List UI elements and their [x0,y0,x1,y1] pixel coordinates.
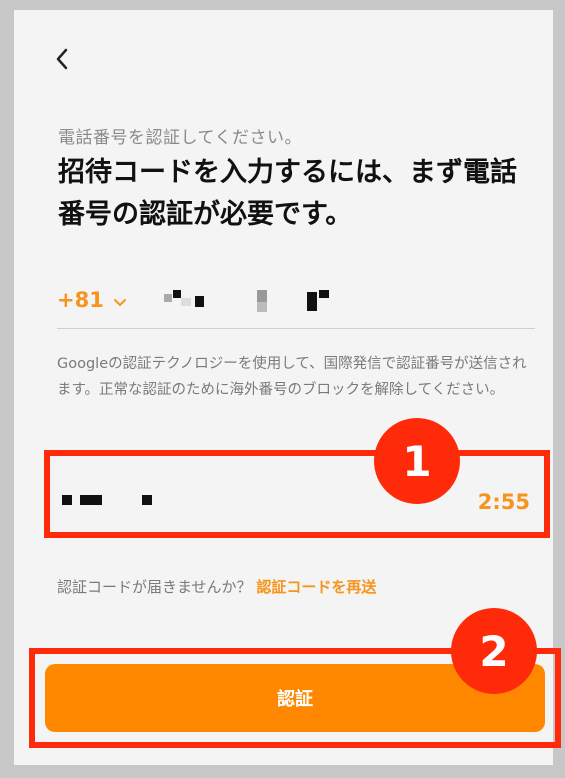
annotation-badge-2: 2 [451,608,537,694]
phone-field-underline [57,328,535,329]
page-subtitle: 電話番号を認証してください。 [58,128,302,148]
annotation-badge-1: 1 [374,418,460,504]
country-code-label: +81 [57,288,104,312]
verification-code-field[interactable]: 2:55 [44,450,550,538]
verification-screen: 電話番号を認証してください。 招待コードを入力するには、まず電話番号の認証が必要… [14,10,561,765]
resend-prompt: 認証コードが届きませんか？ [57,578,252,596]
chevron-down-icon [112,292,128,308]
phone-number-field[interactable] [159,290,349,314]
countdown-timer: 2:55 [477,490,530,514]
page-title: 招待コードを入力するには、まず電話番号の認証が必要です。 [58,157,517,230]
masked-code-value [62,492,158,506]
verification-notice: Googleの認証テクノロジーを使用して、国際発信で認証番号が送信されます。正常… [57,356,527,398]
resend-code-link[interactable]: 認証コードを再送 [256,578,376,596]
resend-row: 認証コードが届きませんか？ 認証コードを再送 [57,576,376,597]
chevron-left-icon[interactable] [50,46,76,72]
country-code-selector[interactable]: +81 [57,288,128,312]
